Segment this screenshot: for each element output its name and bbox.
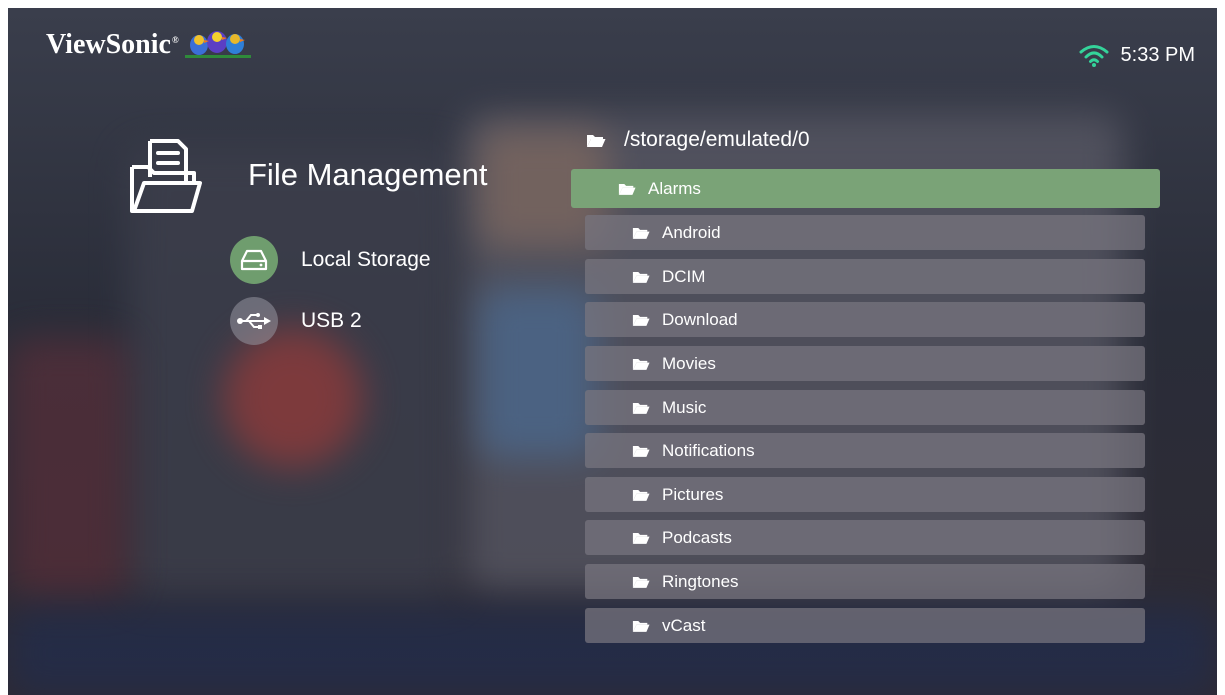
source-label: USB 2 bbox=[301, 309, 362, 332]
folder-row-podcasts[interactable]: Podcasts bbox=[585, 520, 1145, 555]
folder-name: Ringtones bbox=[662, 571, 739, 591]
page-title: File Management bbox=[248, 157, 488, 192]
current-path: /storage/emulated/0 bbox=[624, 128, 810, 151]
folder-row-pictures[interactable]: Pictures bbox=[585, 477, 1145, 512]
folder-name: Podcasts bbox=[662, 527, 732, 547]
folder-row-download[interactable]: Download bbox=[585, 302, 1145, 337]
birds-logo-icon bbox=[184, 31, 251, 58]
folder-row-alarms[interactable]: Alarms bbox=[571, 169, 1160, 208]
folder-row-android[interactable]: Android bbox=[585, 215, 1145, 250]
clock: 5:33 PM bbox=[1120, 43, 1195, 66]
folder-icon bbox=[632, 314, 650, 326]
hard-drive-icon bbox=[240, 249, 268, 271]
folder-name: Music bbox=[662, 397, 707, 417]
file-folder-icon bbox=[130, 139, 202, 213]
breadcrumb: /storage/emulated/0 bbox=[586, 128, 810, 152]
folder-icon bbox=[632, 445, 650, 457]
folder-row-movies[interactable]: Movies bbox=[585, 346, 1145, 381]
folder-name: Movies bbox=[662, 353, 716, 373]
source-local-storage[interactable]: Local Storage bbox=[230, 236, 431, 284]
folder-icon bbox=[632, 358, 650, 370]
folder-name: Android bbox=[662, 222, 721, 242]
folder-name: Notifications bbox=[662, 440, 755, 460]
wifi-icon bbox=[1079, 45, 1109, 67]
brand-logo: ViewSonic® bbox=[46, 28, 251, 62]
folder-icon bbox=[632, 620, 650, 632]
folder-icon bbox=[632, 227, 650, 239]
folder-icon bbox=[587, 134, 606, 147]
folder-row-ringtones[interactable]: Ringtones bbox=[585, 564, 1145, 599]
folder-icon bbox=[632, 489, 650, 501]
folder-row-vcast[interactable]: vCast bbox=[585, 608, 1145, 643]
source-usb-2[interactable]: USB 2 bbox=[230, 297, 362, 345]
folder-icon bbox=[632, 532, 650, 544]
background-blur bbox=[223, 328, 363, 468]
background-blur bbox=[478, 288, 598, 458]
usb-icon bbox=[237, 313, 271, 329]
background-blur bbox=[8, 338, 128, 598]
folder-icon bbox=[632, 271, 650, 283]
folder-row-music[interactable]: Music bbox=[585, 390, 1145, 425]
folder-name: DCIM bbox=[662, 266, 706, 286]
folder-row-notifications[interactable]: Notifications bbox=[585, 433, 1145, 468]
status-bar: 5:33 PM bbox=[1079, 43, 1195, 67]
storage-button bbox=[230, 236, 278, 284]
folder-icon bbox=[632, 576, 650, 588]
folder-name: vCast bbox=[662, 615, 706, 635]
usb-button bbox=[230, 297, 278, 345]
folder-icon bbox=[632, 402, 650, 414]
folder-name: Alarms bbox=[648, 178, 701, 198]
brand-name: ViewSonic® bbox=[46, 29, 179, 60]
source-label: Local Storage bbox=[301, 248, 431, 271]
folder-name: Pictures bbox=[662, 484, 724, 504]
folder-icon bbox=[618, 183, 636, 195]
folder-row-dcim[interactable]: DCIM bbox=[585, 259, 1145, 294]
folder-name: Download bbox=[662, 309, 738, 329]
